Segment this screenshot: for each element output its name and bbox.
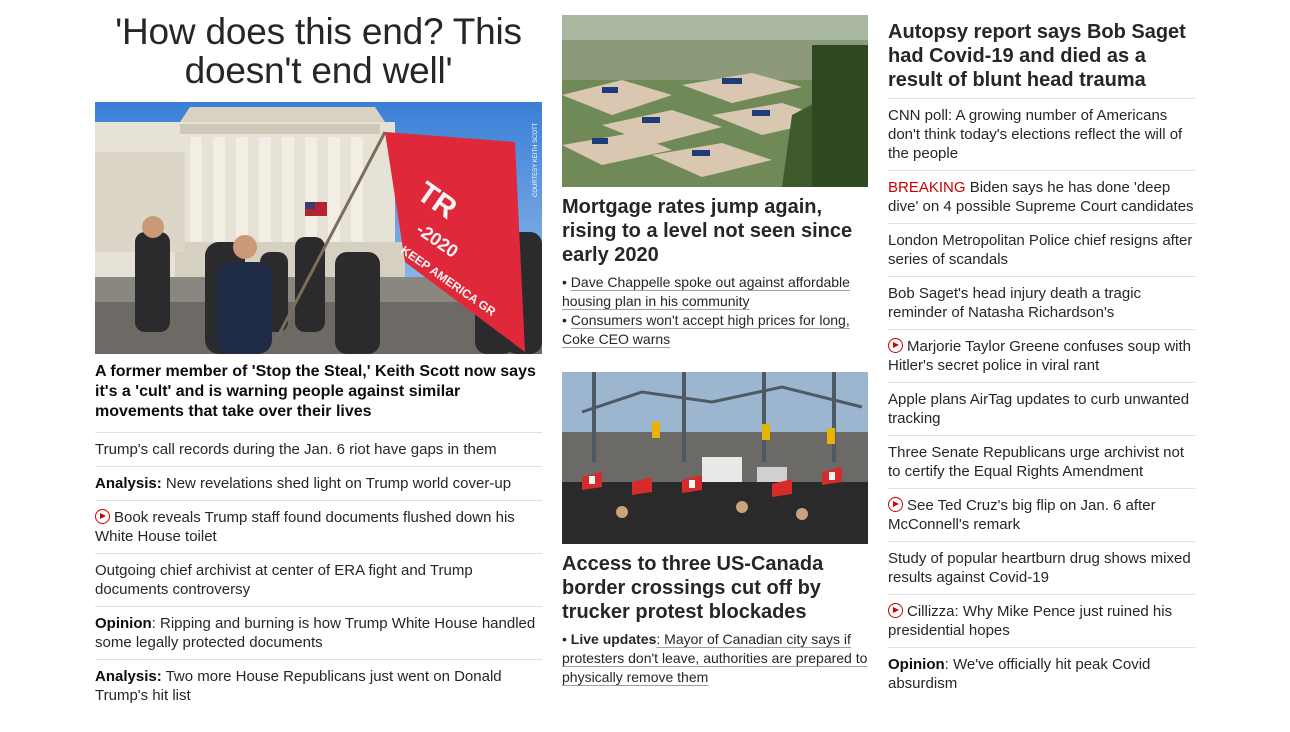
hero-caption[interactable]: A former member of 'Stop the Steal,' Kei… [95,362,542,433]
headline-prefix: Analysis: [95,668,162,685]
headline-link[interactable]: Three Senate Republicans urge archivist … [888,436,1195,489]
lead-story-column: 'How does this end? This doesn't end wel… [95,0,542,712]
headline-link[interactable]: Outgoing chief archivist at center of ER… [95,554,542,607]
headline-text: Cillizza: Why Mike Pence just ruined his… [888,603,1173,639]
headline-link[interactable]: Opinion: We've officially hit peak Covid… [888,648,1195,700]
headline-text: CNN poll: A growing number of Americans … [888,107,1183,162]
related-link-text: Dave Chappelle spoke out against afforda… [562,274,850,309]
headline-link[interactable]: London Metropolitan Police chief resigns… [888,224,1195,277]
saget-headline[interactable]: Autopsy report says Bob Saget had Covid-… [888,20,1195,99]
headline-text: Marjorie Taylor Greene confuses soup wit… [888,338,1192,374]
headline-text: Bob Saget's head injury death a tragic r… [888,285,1142,321]
related-link-prefix: Live updates [570,631,657,647]
breaking-label: BREAKING [888,179,966,196]
border-protest-image[interactable] [562,372,868,544]
headline-text: Outgoing chief archivist at center of ER… [95,562,473,598]
headline-text: See Ted Cruz's big flip on Jan. 6 after … [888,497,1156,533]
headline-link[interactable]: Opinion: Ripping and burning is how Trum… [95,607,542,660]
headline-link[interactable]: See Ted Cruz's big flip on Jan. 6 after … [888,489,1195,542]
mortgage-related-links: • Dave Chappelle spoke out against affor… [562,273,868,349]
headline-text: : Ripping and burning is how Trump White… [95,615,536,651]
headlines-list: CNN poll: A growing number of Americans … [888,99,1195,700]
headline-text: Book reveals Trump staff found documents… [95,509,515,545]
headline-link[interactable]: Bob Saget's head injury death a tragic r… [888,277,1195,330]
bullet: • [562,312,571,328]
related-links-list: Trump's call records during the Jan. 6 r… [95,433,542,712]
headline-link[interactable]: Analysis: Two more House Republicans jus… [95,660,542,712]
headline-text: New revelations shed light on Trump worl… [161,475,512,492]
headline-link[interactable]: Analysis: New revelations shed light on … [95,467,542,501]
border-headline[interactable]: Access to three US-Canada border crossin… [562,552,868,624]
lead-headline[interactable]: 'How does this end? This doesn't end wel… [95,12,542,90]
housing-image[interactable] [562,15,868,187]
related-link[interactable]: • Live updates: Mayor of Canadian city s… [562,630,868,687]
related-link-text: Consumers won't accept high prices for l… [562,312,850,347]
play-video-icon [888,603,903,618]
right-column: Autopsy report says Bob Saget had Covid-… [888,0,1195,700]
headline-text: Three Senate Republicans urge archivist … [888,444,1185,480]
headline-prefix: Opinion [95,615,152,632]
related-link[interactable]: • Consumers won't accept high prices for… [562,311,868,349]
headline-link[interactable]: Trump's call records during the Jan. 6 r… [95,433,542,467]
border-related-links: • Live updates: Mayor of Canadian city s… [562,630,868,687]
bullet: • [562,274,571,290]
mortgage-headline[interactable]: Mortgage rates jump again, rising to a l… [562,195,868,267]
headline-link[interactable]: BREAKING Biden says he has done 'deep di… [888,171,1195,224]
headline-text: Study of popular heartburn drug shows mi… [888,550,1191,586]
headline-text: Apple plans AirTag updates to curb unwan… [888,391,1190,427]
headline-link[interactable]: Study of popular heartburn drug shows mi… [888,542,1195,595]
headline-prefix: Opinion [888,656,945,673]
headline-link[interactable]: Marjorie Taylor Greene confuses soup wit… [888,330,1195,383]
related-link[interactable]: • Dave Chappelle spoke out against affor… [562,273,868,311]
headline-link[interactable]: Cillizza: Why Mike Pence just ruined his… [888,595,1195,648]
headline-prefix: Analysis: [95,475,162,492]
headline-text: London Metropolitan Police chief resigns… [888,232,1193,268]
middle-column: Mortgage rates jump again, rising to a l… [562,0,868,687]
headline-link[interactable]: Apple plans AirTag updates to curb unwan… [888,383,1195,436]
headline-text: Trump's call records during the Jan. 6 r… [95,441,497,458]
play-video-icon [95,509,110,524]
svg-text:COURTESY KEITH SCOTT: COURTESY KEITH SCOTT [533,122,539,197]
headline-link[interactable]: CNN poll: A growing number of Americans … [888,99,1195,171]
play-video-icon [888,338,903,353]
bullet: • [562,631,571,647]
play-video-icon [888,497,903,512]
headline-link[interactable]: Book reveals Trump staff found documents… [95,501,542,554]
hero-image[interactable]: TR -2020 KEEP AMERICA GR COURTESY KEITH … [95,102,542,354]
